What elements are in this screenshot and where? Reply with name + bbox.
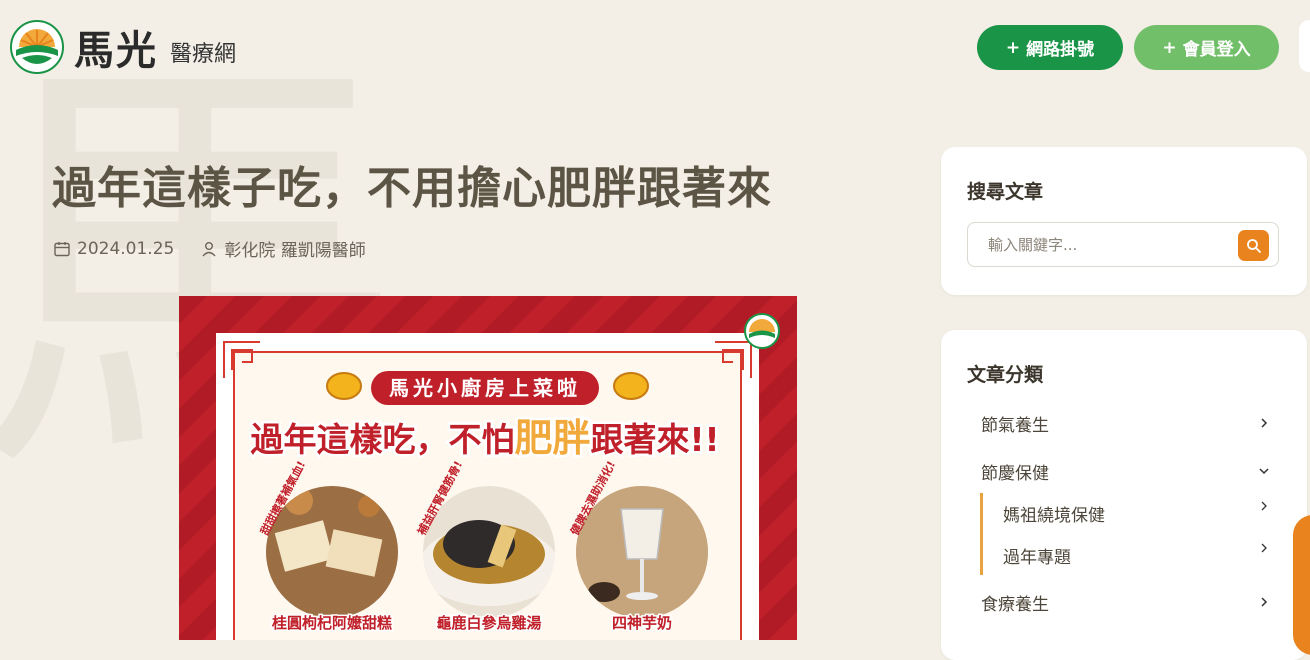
poster-headline-part-b: 肥胖 bbox=[514, 416, 590, 460]
floating-side-tab[interactable] bbox=[1293, 515, 1310, 655]
poster-dish-1-name: 桂圓枸杞阿嬤甜糕 bbox=[271, 614, 392, 632]
poster-dish-3-name: 四神芋奶 bbox=[612, 614, 672, 632]
article-date: 2024.01.25 bbox=[77, 238, 175, 259]
category-card: 文章分類 節氣養生 節慶保健 媽祖繞境保健 過年專題 食療養生 bbox=[941, 330, 1307, 660]
logo-subtitle: 醫療網 bbox=[170, 42, 237, 67]
subcategory-indicator bbox=[980, 493, 983, 575]
article-title: 過年這樣子吃，不用擔心肥胖跟著來 bbox=[52, 163, 772, 214]
category-label: 食療養生 bbox=[981, 594, 1049, 615]
logo-name: 馬光 bbox=[74, 27, 158, 74]
search-button[interactable] bbox=[1238, 230, 1269, 261]
user-icon bbox=[200, 240, 218, 258]
poster-headline-part-a: 過年這樣吃，不怕 bbox=[250, 420, 514, 459]
poster-dish-2-name: 龜鹿白參烏雞湯 bbox=[436, 614, 541, 632]
logo-emblem-icon bbox=[10, 20, 64, 74]
member-login-label: 會員登入 bbox=[1182, 40, 1251, 60]
category-item-solar-terms[interactable]: 節氣養生 bbox=[981, 408, 1271, 438]
poster-headline-part-c: 跟著來!! bbox=[590, 420, 719, 459]
poster-headline: 過年這樣吃，不怕肥胖跟著來!! bbox=[250, 416, 719, 460]
online-registration-label: 網路掛號 bbox=[1026, 40, 1095, 60]
category-label: 節慶保健 bbox=[981, 463, 1049, 484]
search-card: 搜尋文章 bbox=[941, 147, 1307, 295]
category-item-festival-care[interactable]: 節慶保健 bbox=[981, 456, 1271, 486]
category-label: 節氣養生 bbox=[981, 415, 1049, 436]
chevron-right-icon bbox=[1261, 501, 1267, 511]
chevron-right-icon bbox=[1261, 543, 1267, 553]
poster-banner-text: 馬光小廚房上菜啦 bbox=[389, 376, 581, 400]
subcategory-label: 過年專題 bbox=[1003, 547, 1071, 568]
site-logo[interactable]: 馬光 醫療網 bbox=[10, 18, 236, 76]
chevron-down-icon bbox=[1259, 468, 1269, 475]
search-card-title: 搜尋文章 bbox=[967, 181, 1044, 203]
subcategory-item-new-year[interactable]: 過年專題 bbox=[1003, 541, 1271, 569]
site-header: 馬光 醫療網 + 網路掛號 + 會員登入 bbox=[0, 0, 1310, 95]
article-author: 彰化院 羅凱陽醫師 bbox=[224, 241, 366, 261]
subcategory-item-mazu[interactable]: 媽祖繞境保健 bbox=[1003, 499, 1271, 527]
search-input[interactable] bbox=[967, 222, 1279, 267]
calendar-icon bbox=[53, 240, 71, 258]
search-icon bbox=[1246, 238, 1261, 253]
plus-icon: + bbox=[1005, 37, 1021, 58]
chevron-right-icon bbox=[1261, 597, 1268, 607]
header-edge-card bbox=[1299, 20, 1310, 72]
plus-icon: + bbox=[1162, 37, 1177, 58]
chevron-right-icon bbox=[1261, 418, 1268, 428]
article-poster-image: 馬光小廚房上菜啦 過年這樣吃，不怕肥胖跟著來!! 甜甜擦著補氣血! 補益肝腎健筋… bbox=[179, 296, 797, 640]
member-login-button[interactable]: + 會員登入 bbox=[1134, 25, 1279, 70]
online-registration-button[interactable]: + 網路掛號 bbox=[977, 25, 1123, 70]
category-item-diet-therapy[interactable]: 食療養生 bbox=[981, 587, 1271, 617]
subcategory-label: 媽祖繞境保健 bbox=[1003, 505, 1105, 526]
category-card-title: 文章分類 bbox=[967, 364, 1044, 386]
article-meta: 2024.01.25 彰化院 羅凱陽醫師 bbox=[53, 236, 366, 261]
